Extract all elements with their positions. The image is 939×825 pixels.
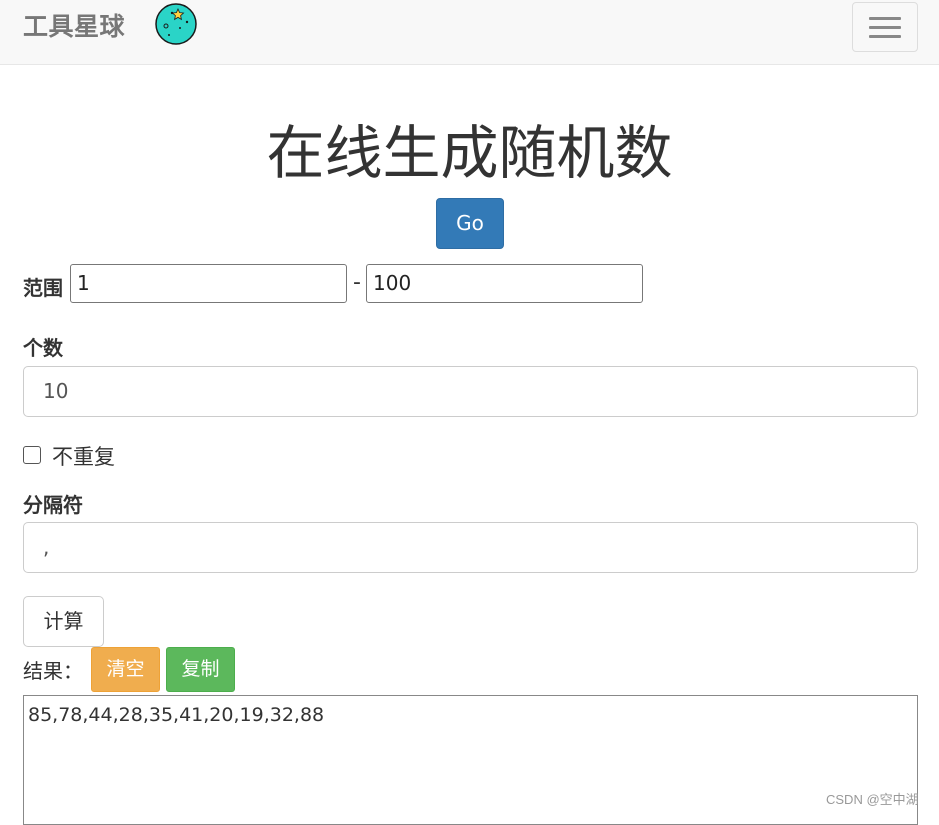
unique-checkbox-label[interactable]: 不重复 [52,441,115,471]
range-max-input[interactable]: 100 [366,264,643,303]
navbar: 工具星球 [0,0,939,65]
separator-label: 分隔符 [23,493,83,517]
calculate-button[interactable]: 计算 [23,596,104,647]
range-min-input[interactable]: 1 [70,264,347,303]
separator-input[interactable]: , [23,522,918,573]
go-button[interactable]: Go [436,198,504,249]
result-label: 结果： [23,659,83,683]
watermark: CSDN @空中湖 [826,792,919,807]
range-label: 范围 [23,276,63,300]
result-textarea[interactable]: 85,78,44,28,35,41,20,19,32,88 [23,695,918,825]
planet-icon[interactable] [154,2,198,46]
brand-title[interactable]: 工具星球 [23,10,125,44]
copy-button[interactable]: 复制 [166,647,235,692]
count-input[interactable]: 10 [23,366,918,417]
page-title: 在线生成随机数 [266,119,673,187]
clear-button[interactable]: 清空 [91,647,160,692]
navbar-toggle-button[interactable] [852,2,918,52]
count-label: 个数 [23,336,63,360]
range-separator: - [353,270,361,295]
unique-checkbox[interactable] [23,446,41,464]
